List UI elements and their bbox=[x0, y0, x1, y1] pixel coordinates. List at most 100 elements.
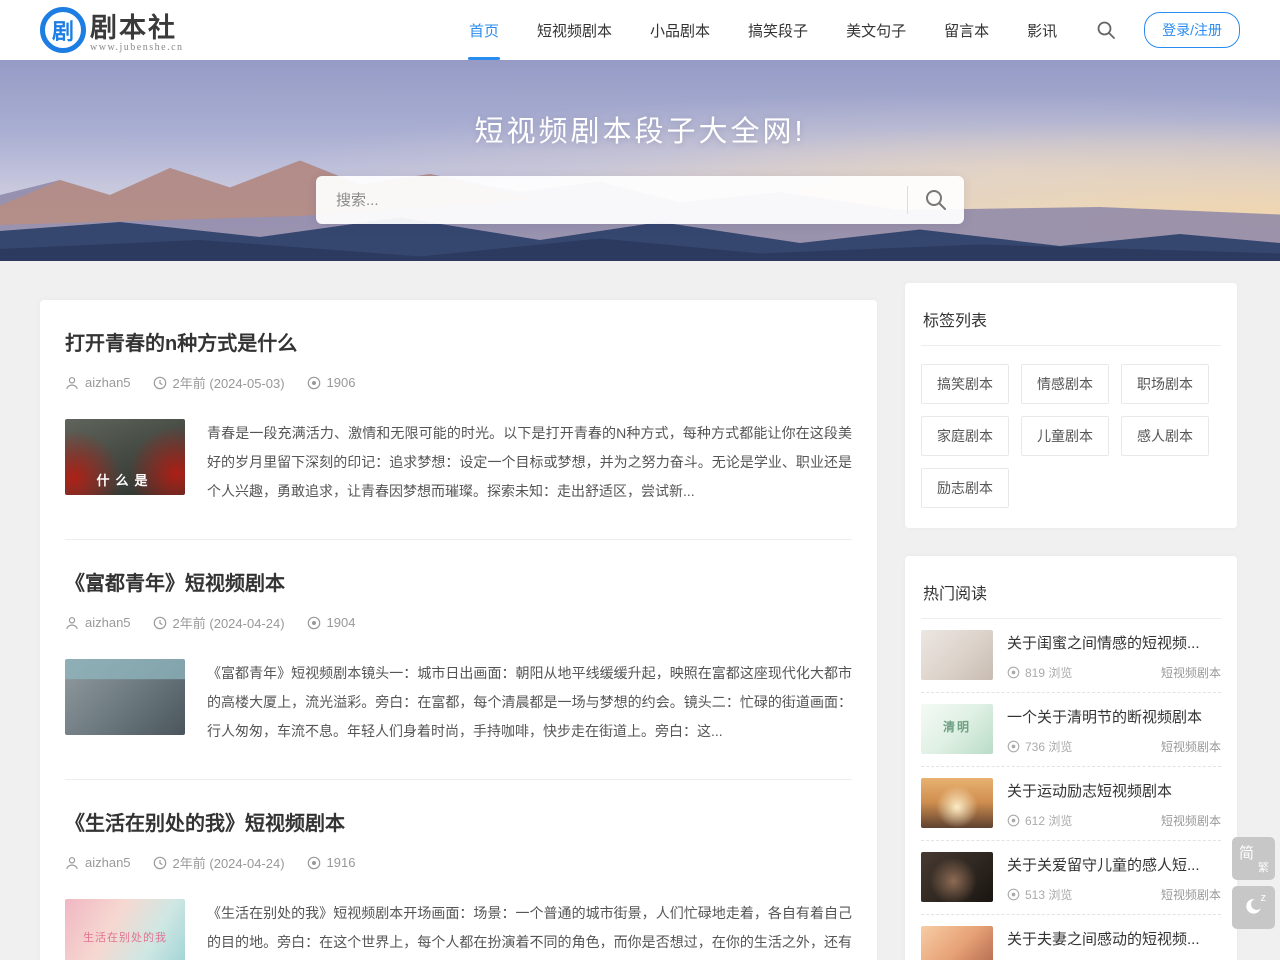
article-views: 1904 bbox=[307, 615, 356, 630]
hot-read-item[interactable]: 关于闺蜜之间情感的短视频... 819 浏览 短视频剧本 bbox=[921, 619, 1221, 693]
clock-icon bbox=[153, 616, 167, 630]
tag-workplace[interactable]: 职场剧本 bbox=[1121, 364, 1209, 404]
nav-item-beautiful-sentences[interactable]: 美文句子 bbox=[827, 0, 925, 60]
article-author: aizhan5 bbox=[65, 615, 131, 630]
tag-touching[interactable]: 感人剧本 bbox=[1121, 416, 1209, 456]
article-excerpt: 《生活在别处的我》短视频剧本开场画面：场景：一个普通的城市街景，人们忙碌地走着，… bbox=[207, 899, 852, 960]
views-icon bbox=[1007, 814, 1020, 827]
tag-inspirational[interactable]: 励志剧本 bbox=[921, 468, 1009, 508]
hot-read-item[interactable]: 清明 一个关于清明节的断视频剧本 736 浏览 短视频剧本 bbox=[921, 693, 1221, 767]
article-title-link[interactable]: 《生活在别处的我》短视频剧本 bbox=[65, 807, 852, 836]
dark-mode-toggle-button[interactable]: z bbox=[1232, 886, 1275, 929]
clock-icon bbox=[153, 856, 167, 870]
hot-read-item[interactable]: 关于关爱留守儿童的感人短... 513 浏览 短视频剧本 bbox=[921, 841, 1221, 915]
article-title-link[interactable]: 《富都青年》短视频剧本 bbox=[65, 567, 852, 596]
views-icon bbox=[307, 856, 321, 870]
nav-item-movie-news[interactable]: 影讯 bbox=[1008, 0, 1076, 60]
article-item: 打开青春的n种方式是什么 aizhan5 2年前 (2024-05-03) bbox=[65, 300, 852, 540]
views-icon bbox=[1007, 666, 1020, 679]
nav-item-guestbook[interactable]: 留言本 bbox=[925, 0, 1008, 60]
hot-read-views: 819 浏览 bbox=[1007, 664, 1072, 681]
user-icon bbox=[65, 616, 79, 630]
hot-read-title: 关于运动励志短视频剧本 bbox=[1007, 780, 1221, 801]
hot-read-title: 一个关于清明节的断视频剧本 bbox=[1007, 706, 1221, 727]
site-logo[interactable]: 剧 剧本社 www.jubenshe.cn bbox=[40, 7, 184, 53]
thumbnail-caption: 什么是 bbox=[65, 470, 185, 489]
article-excerpt: 青春是一段充满活力、激情和无限可能的时光。以下是打开青春的N种方式，每种方式都能… bbox=[207, 419, 852, 506]
thumbnail-caption: 生活在别处的我 bbox=[65, 929, 185, 945]
article-thumbnail[interactable]: 什么是 bbox=[65, 419, 185, 495]
hot-read-title: 关于闺蜜之间情感的短视频... bbox=[1007, 632, 1221, 653]
hot-reads-panel: 热门阅读 关于闺蜜之间情感的短视频... 819 浏览 短视频剧本 bbox=[905, 556, 1237, 960]
hot-read-category[interactable]: 短视频剧本 bbox=[1161, 812, 1221, 829]
article-item: 《富都青年》短视频剧本 aizhan5 2年前 (2024-04-24) bbox=[65, 540, 852, 780]
site-title: 剧本社 bbox=[90, 15, 184, 42]
simplified-traditional-toggle-button[interactable]: 简 繁 bbox=[1232, 837, 1275, 880]
article-views: 1916 bbox=[307, 855, 356, 870]
site-domain: www.jubenshe.cn bbox=[90, 43, 184, 53]
hero-banner: 短视频剧本段子大全网! bbox=[0, 60, 1280, 261]
logo-mark-icon: 剧 bbox=[40, 7, 86, 53]
hot-read-title: 关于关爱留守儿童的感人短... bbox=[1007, 854, 1221, 875]
article-excerpt: 《富都青年》短视频剧本镜头一：城市日出画面：朝阳从地平线缓缓升起，映照在富都这座… bbox=[207, 659, 852, 746]
hot-read-category[interactable]: 短视频剧本 bbox=[1161, 886, 1221, 903]
views-icon bbox=[1007, 740, 1020, 753]
hot-read-thumbnail bbox=[921, 630, 993, 680]
nav-item-sketch-scripts[interactable]: 小品剧本 bbox=[631, 0, 729, 60]
hot-read-thumbnail bbox=[921, 926, 993, 960]
tags-panel: 标签列表 搞笑剧本 情感剧本 职场剧本 家庭剧本 儿童剧本 感人剧本 励志剧本 bbox=[905, 283, 1237, 528]
views-icon bbox=[1007, 888, 1020, 901]
article-date: 2年前 (2024-04-24) bbox=[153, 853, 285, 872]
sidebar: 标签列表 搞笑剧本 情感剧本 职场剧本 家庭剧本 儿童剧本 感人剧本 励志剧本 … bbox=[905, 283, 1237, 960]
article-author: aizhan5 bbox=[65, 855, 131, 870]
user-icon bbox=[65, 856, 79, 870]
views-icon bbox=[307, 376, 321, 390]
hot-read-category[interactable]: 短视频剧本 bbox=[1161, 664, 1221, 681]
hot-read-category[interactable]: 短视频剧本 bbox=[1161, 738, 1221, 755]
floating-toolbar: 简 繁 z bbox=[1232, 837, 1275, 935]
hero-search-bar bbox=[316, 176, 964, 224]
search-icon bbox=[1096, 20, 1116, 40]
nav-item-short-video-scripts[interactable]: 短视频剧本 bbox=[518, 0, 631, 60]
hot-read-views: 612 浏览 bbox=[1007, 812, 1072, 829]
hot-read-thumbnail bbox=[921, 852, 993, 902]
search-icon bbox=[924, 188, 948, 212]
hot-read-title: 关于夫妻之间感动的短视频... bbox=[1007, 928, 1221, 949]
navbar-search-button[interactable] bbox=[1090, 14, 1122, 46]
views-icon bbox=[307, 616, 321, 630]
thumbnail-caption: 清明 bbox=[921, 718, 993, 735]
article-author: aizhan5 bbox=[65, 375, 131, 390]
sleep-z-label: z bbox=[1261, 892, 1267, 904]
hot-read-views: 736 浏览 bbox=[1007, 738, 1072, 755]
hero-search-input[interactable] bbox=[316, 192, 907, 209]
hot-reads-title: 热门阅读 bbox=[921, 574, 1221, 619]
hero-slogan: 短视频剧本段子大全网! bbox=[0, 108, 1280, 150]
article-views: 1906 bbox=[307, 375, 356, 390]
hot-read-views: 513 浏览 bbox=[1007, 886, 1072, 903]
login-register-button[interactable]: 登录/注册 bbox=[1144, 12, 1240, 48]
hero-search-button[interactable] bbox=[908, 176, 964, 224]
article-date: 2年前 (2024-05-03) bbox=[153, 373, 285, 392]
tag-children[interactable]: 儿童剧本 bbox=[1021, 416, 1109, 456]
tag-emotion[interactable]: 情感剧本 bbox=[1021, 364, 1109, 404]
lang-simplified-label: 简 bbox=[1239, 842, 1254, 863]
article-thumbnail[interactable]: 生活在别处的我 bbox=[65, 899, 185, 960]
user-icon bbox=[65, 376, 79, 390]
article-thumbnail[interactable] bbox=[65, 659, 185, 735]
nav-item-funny-jokes[interactable]: 搞笑段子 bbox=[729, 0, 827, 60]
hot-read-thumbnail: 清明 bbox=[921, 704, 993, 754]
hot-read-item[interactable]: 关于夫妻之间感动的短视频... 493 浏览 短视频剧本 bbox=[921, 915, 1221, 960]
article-item: 《生活在别处的我》短视频剧本 aizhan5 2年前 (2024-04-24) bbox=[65, 780, 852, 960]
tag-funny[interactable]: 搞笑剧本 bbox=[921, 364, 1009, 404]
hot-read-thumbnail bbox=[921, 778, 993, 828]
article-date: 2年前 (2024-04-24) bbox=[153, 613, 285, 632]
nav-item-home[interactable]: 首页 bbox=[450, 0, 518, 60]
top-navbar: 剧 剧本社 www.jubenshe.cn 首页 短视频剧本 小品剧本 搞笑段子… bbox=[0, 0, 1280, 60]
hot-read-item[interactable]: 关于运动励志短视频剧本 612 浏览 短视频剧本 bbox=[921, 767, 1221, 841]
article-list: 打开青春的n种方式是什么 aizhan5 2年前 (2024-05-03) bbox=[40, 300, 877, 960]
article-title-link[interactable]: 打开青春的n种方式是什么 bbox=[65, 327, 852, 356]
tags-panel-title: 标签列表 bbox=[921, 301, 1221, 346]
lang-traditional-label: 繁 bbox=[1258, 859, 1269, 875]
tag-family[interactable]: 家庭剧本 bbox=[921, 416, 1009, 456]
clock-icon bbox=[153, 376, 167, 390]
